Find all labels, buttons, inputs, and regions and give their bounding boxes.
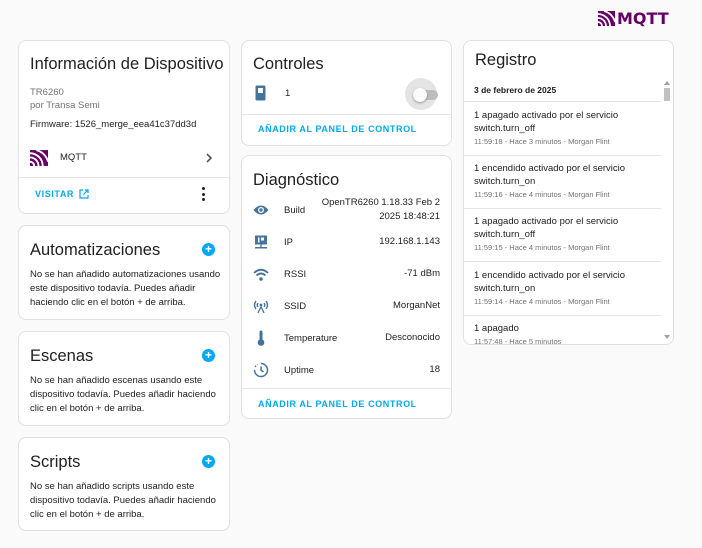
- scenes-title: Escenas: [30, 347, 94, 365]
- timer-icon: [252, 361, 270, 379]
- automations-empty-text: No se han añadido automatizaciones usand…: [30, 269, 221, 308]
- diagnostic-label: Temperature: [284, 332, 338, 344]
- divider: [464, 101, 661, 102]
- device-manufacturer: por Transa Semi: [30, 100, 100, 111]
- logbook-scrollbar[interactable]: [663, 79, 671, 341]
- entity-row[interactable]: 1: [242, 78, 451, 110]
- divider: [464, 208, 661, 209]
- device-info-title: Información de Dispositivo: [30, 55, 224, 73]
- mqtt-logo-icon: [598, 10, 615, 26]
- scroll-up-arrow-icon[interactable]: [664, 81, 670, 85]
- visit-button[interactable]: VISITAR: [35, 189, 89, 199]
- diagnostics-card: Diagnóstico Build OpenTR6260 1.18.33 Feb…: [241, 155, 452, 419]
- controls-card: Controles 1 AÑADIR AL PANEL DE CONTROL: [241, 40, 452, 146]
- diagnostic-label: Build: [284, 204, 306, 216]
- entity-name: 1: [285, 88, 291, 99]
- log-entry-text: 1 apagado activado por el servicio switc…: [474, 216, 619, 240]
- scripts-card: Scripts + No se han añadido scripts usan…: [18, 437, 230, 531]
- chevron-right-icon: [206, 153, 213, 163]
- mqtt-integration-icon: [30, 150, 48, 166]
- diagnostic-value: 192.168.1.143: [379, 236, 440, 247]
- diagnostic-value: OpenTR6260 1.18.33 Feb 2 2025 18:48:21: [321, 197, 440, 222]
- log-entry-meta: 11:57:48 - Hace 5 minutos: [474, 337, 562, 345]
- entity-toggle-switch[interactable]: [405, 78, 438, 110]
- scripts-title: Scripts: [30, 453, 81, 471]
- log-entry[interactable]: 1 apagado activado por el servicio switc…: [474, 109, 659, 146]
- diagnostic-row-uptime[interactable]: Uptime 18: [242, 354, 451, 386]
- divider: [19, 177, 229, 178]
- switch-device-icon: [255, 85, 266, 101]
- integration-label: MQTT: [60, 152, 87, 163]
- diagnostic-value: -71 dBm: [404, 268, 440, 279]
- add-script-button[interactable]: +: [202, 455, 215, 468]
- divider: [242, 114, 451, 115]
- eye-icon: [252, 201, 270, 219]
- diagnostic-label: SSID: [284, 300, 307, 312]
- diagnostic-label: IP: [284, 236, 293, 248]
- scrollbar-thumb[interactable]: [664, 88, 670, 101]
- visit-label: VISITAR: [35, 189, 75, 199]
- device-info-card: Información de Dispositivo TR6260 por Tr…: [18, 40, 230, 214]
- overflow-menu-icon[interactable]: [198, 187, 208, 201]
- mqtt-logo: MQTT: [598, 8, 669, 28]
- diagnostics-title: Diagnóstico: [253, 171, 340, 189]
- diagnostic-row-ip[interactable]: IP 192.168.1.143: [242, 226, 451, 258]
- logbook-title: Registro: [475, 51, 537, 69]
- add-automation-button[interactable]: +: [202, 243, 215, 256]
- controls-title: Controles: [253, 55, 324, 73]
- open-in-new-icon: [79, 189, 89, 199]
- diagnostic-value: Desconocido: [385, 332, 440, 343]
- diagnostic-value: 18: [429, 364, 440, 375]
- log-entry-text: 1 encendido activado por el servicio swi…: [474, 270, 626, 294]
- divider: [464, 155, 661, 156]
- automations-title: Automatizaciones: [30, 241, 161, 259]
- diagnostic-row-ssid[interactable]: SSID MorganNet: [242, 290, 451, 322]
- thermometer-icon: [252, 329, 270, 347]
- log-entry[interactable]: 1 encendido activado por el servicio swi…: [474, 269, 659, 306]
- diagnostic-row-rssi[interactable]: RSSI -71 dBm: [242, 258, 451, 290]
- integration-mqtt-row[interactable]: MQTT: [19, 143, 229, 173]
- log-entry-meta: 11:59:18 - Hace 3 minutos - Morgan Flint: [474, 137, 610, 146]
- log-entry-text: 1 apagado activado por el servicio switc…: [474, 110, 619, 134]
- log-entry-meta: 11:59:16 - Hace 4 minutos - Morgan Flint: [474, 190, 610, 199]
- log-entry-text: 1 apagado: [474, 323, 519, 334]
- log-entry[interactable]: 1 apagado 11:57:48 - Hace 5 minutos: [474, 322, 659, 345]
- log-entry[interactable]: 1 apagado activado por el servicio switc…: [474, 215, 659, 252]
- automations-card: Automatizaciones + No se han añadido aut…: [18, 225, 230, 320]
- logbook-date: 3 de febrero de 2025: [474, 85, 557, 95]
- diagnostic-label: RSSI: [284, 268, 307, 280]
- log-entry-meta: 11:59:14 - Hace 4 minutos - Morgan Flint: [474, 297, 610, 306]
- scenes-empty-text: No se han añadido escenas usando este di…: [30, 375, 216, 414]
- mqtt-logo-text: MQTT: [617, 8, 669, 28]
- wifi-icon: [252, 265, 270, 283]
- diagnostic-value: MorganNet: [393, 300, 440, 311]
- divider: [464, 315, 661, 316]
- add-to-dashboard-button[interactable]: AÑADIR AL PANEL DE CONTROL: [258, 124, 417, 134]
- log-entry-text: 1 encendido activado por el servicio swi…: [474, 163, 626, 187]
- scripts-empty-text: No se han añadido scripts usando este di…: [30, 481, 216, 520]
- device-firmware: Firmware: 1526_merge_eea41c37dd3d: [30, 119, 197, 130]
- ip-network-icon: [252, 233, 270, 251]
- diagnostic-row-temperature[interactable]: Temperature Desconocido: [242, 322, 451, 354]
- logbook-card: Registro 3 de febrero de 2025 1 apagado …: [463, 40, 674, 345]
- scroll-down-arrow-icon[interactable]: [664, 335, 670, 339]
- divider: [464, 261, 661, 262]
- log-entry[interactable]: 1 encendido activado por el servicio swi…: [474, 162, 659, 199]
- device-model: TR6260: [30, 87, 64, 98]
- access-point-icon: [252, 297, 270, 315]
- divider: [242, 388, 451, 389]
- add-scene-button[interactable]: +: [202, 349, 215, 362]
- log-entry-meta: 11:59:15 - Hace 4 minutos - Morgan Flint: [474, 243, 610, 252]
- scenes-card: Escenas + No se han añadido escenas usan…: [18, 331, 230, 426]
- diagnostic-label: Uptime: [284, 364, 315, 376]
- diagnostic-row-build[interactable]: Build OpenTR6260 1.18.33 Feb 2 2025 18:4…: [242, 194, 451, 226]
- add-to-dashboard-button[interactable]: AÑADIR AL PANEL DE CONTROL: [258, 399, 417, 409]
